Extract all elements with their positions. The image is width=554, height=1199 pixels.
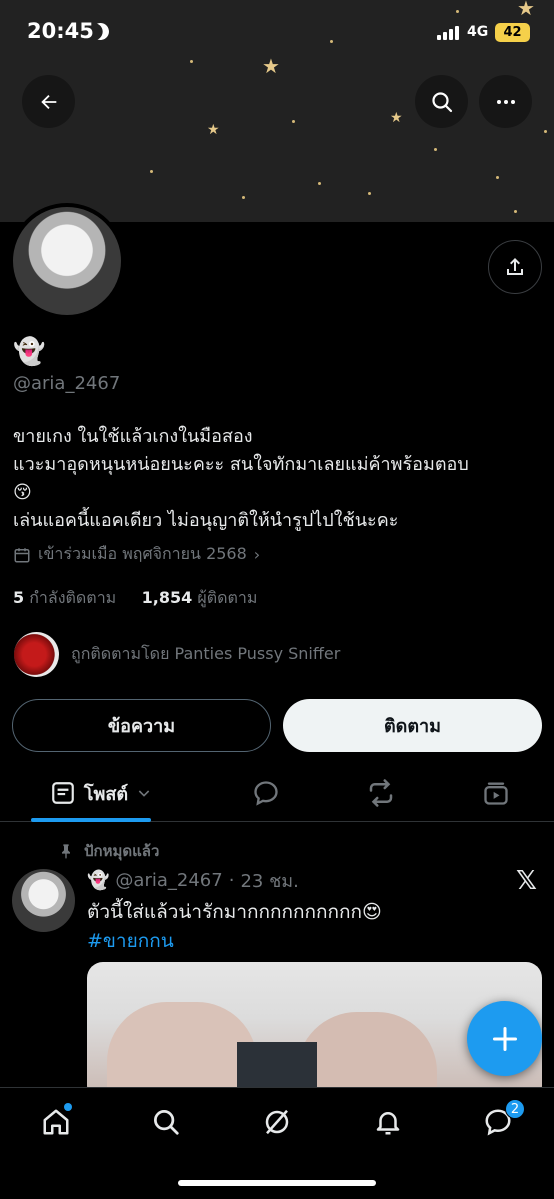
status-bar: 20:45 4G 42 bbox=[0, 0, 554, 60]
followers-label: ผู้ติดตาม bbox=[197, 588, 258, 607]
chevron-down-icon bbox=[138, 790, 150, 797]
star-decoration: ★ bbox=[207, 122, 220, 138]
post-list-icon bbox=[52, 782, 74, 804]
tab-media[interactable] bbox=[476, 766, 516, 820]
post-author-avatar[interactable] bbox=[12, 869, 75, 932]
more-button[interactable] bbox=[479, 75, 532, 128]
nav-search[interactable] bbox=[146, 1102, 186, 1142]
pinned-indicator: ปักหมุดแล้ว bbox=[58, 839, 159, 863]
network-label: 4G bbox=[467, 24, 489, 40]
status-time: 20:45 bbox=[27, 19, 94, 43]
profile-handle: @aria_2467 bbox=[13, 373, 121, 394]
post-time[interactable]: 23 ชม. bbox=[240, 866, 298, 895]
reply-icon bbox=[254, 781, 278, 806]
dot-decoration bbox=[150, 170, 153, 173]
share-button[interactable] bbox=[488, 240, 542, 294]
following-label: กำลังติดตาม bbox=[29, 588, 117, 607]
compose-button[interactable] bbox=[467, 1001, 542, 1076]
bio-line: แวะมาอุดหนุนหน่อยนะคะะ สนใจทักมาเลยแม่ค้… bbox=[13, 454, 469, 475]
bio-line: ขายเกง ในใช้แล้วเกงในมือสอง bbox=[13, 426, 253, 447]
pin-icon bbox=[62, 844, 70, 859]
messages-badge: 2 bbox=[505, 1099, 525, 1119]
nav-notifications[interactable] bbox=[368, 1102, 408, 1142]
share-icon bbox=[507, 258, 523, 275]
tab-posts-label: โพสต์ bbox=[83, 783, 129, 805]
dot-decoration bbox=[190, 60, 193, 63]
bell-icon bbox=[376, 1112, 400, 1135]
follower-avatar bbox=[14, 632, 59, 677]
tab-posts[interactable]: โพสต์ bbox=[31, 766, 171, 820]
pinned-label: ปักหมุดแล้ว bbox=[84, 842, 160, 860]
tab-active-indicator bbox=[31, 818, 151, 822]
more-icon bbox=[496, 99, 515, 104]
following-count: 5 bbox=[13, 588, 25, 607]
joined-date[interactable]: เข้าร่วมเมือ พฤศจิกายน 2568 › bbox=[13, 542, 260, 567]
post-header: 👻 @aria_2467 · 23 ชม. bbox=[87, 866, 299, 895]
post-author-handle[interactable]: @aria_2467 bbox=[115, 870, 222, 891]
search-icon bbox=[431, 91, 452, 112]
followed-by-label: ถูกติดตามโดย Panties Pussy Sniffer bbox=[71, 644, 341, 663]
dot-decoration bbox=[544, 130, 547, 133]
grok-icon bbox=[265, 1109, 289, 1135]
back-button[interactable] bbox=[22, 75, 75, 128]
joined-label: เข้าร่วมเมือ พฤศจิกายน 2568 bbox=[38, 544, 247, 563]
home-notification-dot bbox=[64, 1103, 72, 1111]
dot-decoration bbox=[434, 148, 437, 151]
followers-link[interactable]: 1,854 ผู้ติดตาม bbox=[142, 588, 258, 607]
x-logo-icon: 𝕏 bbox=[516, 866, 537, 896]
tab-replies[interactable] bbox=[246, 766, 286, 820]
plus-icon bbox=[492, 1026, 517, 1051]
media-icon bbox=[484, 782, 508, 805]
profile-bio: ขายเกง ในใช้แล้วเกงในมือสอง แวะมาอุดหนุน… bbox=[13, 423, 543, 535]
home-indicator bbox=[178, 1180, 376, 1186]
search-icon bbox=[154, 1110, 179, 1135]
nav-grok[interactable] bbox=[257, 1102, 297, 1142]
following-link[interactable]: 5 กำลังติดตาม bbox=[13, 588, 116, 607]
bio-line: 😚 bbox=[13, 482, 32, 503]
message-button[interactable]: ข้อความ bbox=[12, 699, 271, 752]
profile-avatar[interactable] bbox=[9, 203, 125, 319]
post-hashtag[interactable]: #ขายกกน bbox=[87, 926, 174, 956]
battery-icon: 42 bbox=[495, 23, 530, 42]
signal-icon bbox=[437, 26, 461, 40]
arrow-left-icon bbox=[40, 94, 56, 109]
dot-decoration bbox=[318, 182, 321, 185]
followed-by[interactable]: ถูกติดตามโดย Panties Pussy Sniffer bbox=[14, 632, 340, 677]
profile-tabs: โพสต์ bbox=[0, 766, 554, 822]
post-text: ตัวนี้ใส่แล้วน่ารักมากกกกกกกกกก😍 bbox=[87, 901, 382, 923]
dot-decoration bbox=[242, 196, 245, 199]
follow-button[interactable]: ติดตาม bbox=[283, 699, 542, 752]
dot-decoration bbox=[514, 210, 517, 213]
search-button[interactable] bbox=[415, 75, 468, 128]
post-separator: · bbox=[228, 870, 235, 891]
dot-decoration bbox=[496, 176, 499, 179]
tab-reposts[interactable] bbox=[361, 766, 401, 820]
display-name: 👻 bbox=[13, 337, 46, 367]
repost-icon bbox=[369, 779, 393, 807]
dot-decoration bbox=[368, 192, 371, 195]
calendar-icon bbox=[14, 547, 30, 562]
post-author-name[interactable]: 👻 bbox=[87, 870, 109, 891]
home-icon bbox=[43, 1109, 69, 1135]
followers-count: 1,854 bbox=[141, 588, 193, 607]
chevron-right-icon: › bbox=[253, 545, 261, 564]
bio-line: เล่นแอคนี้แอคเดียว ไม่อนุญาติให้นำรูปไปใ… bbox=[13, 510, 399, 531]
follow-counts: 5 กำลังติดตาม 1,854 ผู้ติดตาม bbox=[13, 586, 257, 611]
dot-decoration bbox=[292, 120, 295, 123]
star-decoration: ★ bbox=[390, 110, 403, 126]
